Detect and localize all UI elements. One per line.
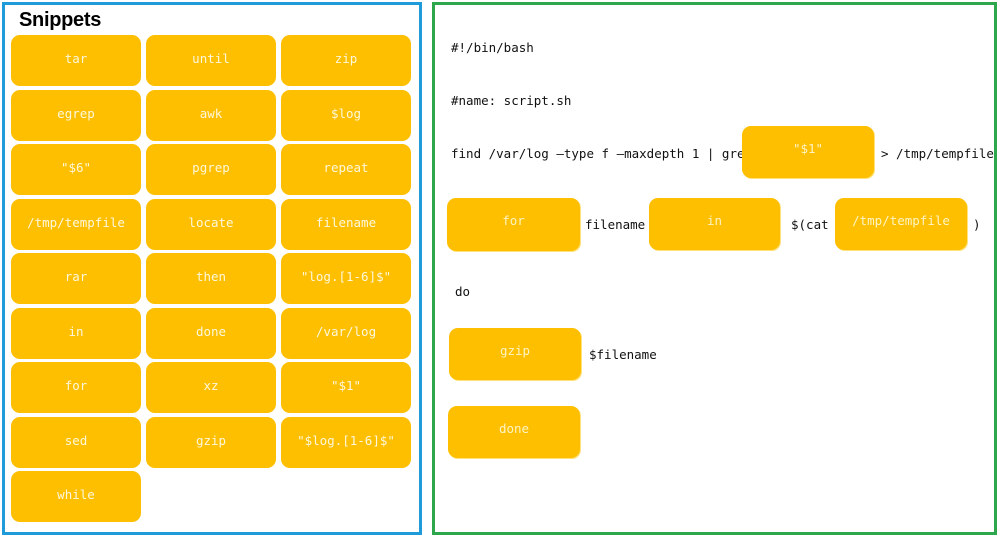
drop-slot-in-keyword[interactable]: in xyxy=(649,198,780,250)
snippet-chip[interactable]: until xyxy=(146,35,276,86)
snippet-chip[interactable]: $log xyxy=(281,89,411,141)
drop-slot-cat-file[interactable]: /tmp/tempfile xyxy=(835,198,967,250)
drop-slot-loop-keyword[interactable]: for xyxy=(447,198,580,251)
drop-slot-compress-command[interactable]: gzip xyxy=(449,328,581,380)
snippet-chip[interactable]: "$6" xyxy=(11,144,141,195)
script-text-filename: filename xyxy=(585,217,646,232)
snippet-chip[interactable]: locate xyxy=(146,198,276,250)
script-line-shebang: #!/bin/bash xyxy=(451,40,534,55)
snippet-chip[interactable]: /tmp/tempfile xyxy=(11,198,141,250)
drop-slot-grep-pattern[interactable]: "$1" xyxy=(742,126,874,178)
snippet-chip[interactable]: xz xyxy=(146,362,276,413)
snippet-chip[interactable]: "log.[1-6]$" xyxy=(281,253,411,304)
script-text-close-paren: ) xyxy=(973,217,981,232)
script-line-do: do xyxy=(455,284,471,299)
snippet-chip[interactable]: egrep xyxy=(11,89,141,141)
snippet-chip[interactable]: awk xyxy=(146,89,276,141)
snippets-title: Snippets xyxy=(19,9,102,31)
drop-slot-loop-end[interactable]: done xyxy=(448,406,580,458)
script-line-find: find /var/log –type f –maxdepth 1 | grep xyxy=(451,146,753,161)
snippet-chip[interactable]: repeat xyxy=(281,144,411,195)
snippet-chip[interactable]: filename xyxy=(281,198,411,250)
snippet-chip[interactable]: zip xyxy=(281,35,411,86)
script-line-name: #name: script.sh xyxy=(451,93,572,108)
script-text-cat: $(cat xyxy=(791,217,829,232)
snippet-chip[interactable]: pgrep xyxy=(146,144,276,195)
snippet-chip[interactable]: while xyxy=(11,471,141,522)
snippet-chip[interactable]: in xyxy=(11,307,141,359)
script-line-redirect: > /tmp/tempfile xyxy=(881,146,994,161)
snippet-chip[interactable]: then xyxy=(146,253,276,304)
script-text-filename-var: $filename xyxy=(589,347,657,362)
snippet-chip[interactable]: for xyxy=(11,362,141,413)
snippet-chip[interactable]: done xyxy=(146,307,276,359)
snippet-chip[interactable]: "$log.[1-6]$" xyxy=(281,416,411,468)
script-panel: #!/bin/bash #name: script.sh find /var/l… xyxy=(432,2,997,535)
snippet-chip[interactable]: /var/log xyxy=(281,307,411,359)
snippet-chip[interactable]: tar xyxy=(11,35,141,86)
snippet-chip[interactable]: rar xyxy=(11,253,141,304)
snippet-chip[interactable]: gzip xyxy=(146,416,276,468)
snippets-panel: Snippets tar until zip egrep awk $log "$… xyxy=(2,2,422,535)
snippet-chip[interactable]: "$1" xyxy=(281,362,411,413)
snippets-grid: tar until zip egrep awk $log "$6" pgrep … xyxy=(11,35,415,522)
snippet-chip[interactable]: sed xyxy=(11,416,141,468)
